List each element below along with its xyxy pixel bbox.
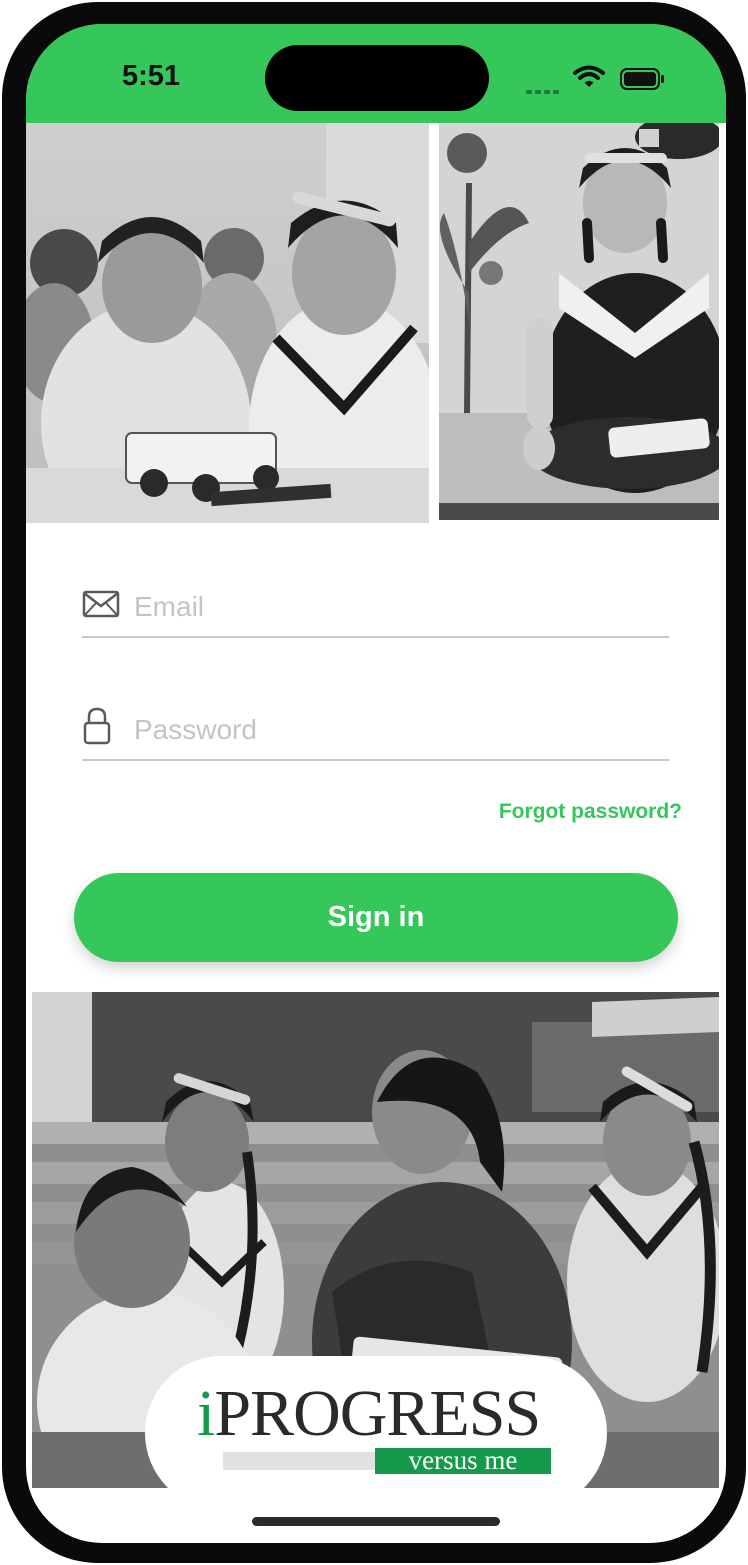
iprogress-logo: iPROGRESS versus me: [145, 1356, 607, 1510]
password-field-row: [82, 697, 669, 761]
email-input[interactable]: [132, 584, 666, 630]
lock-icon: [82, 707, 112, 750]
status-bar: 5:51: [26, 24, 726, 123]
phone-frame: 5:51 Email Forgot password? Sign in iPRO…: [2, 2, 746, 1563]
app-screen: 5:51 Email Forgot password? Sign in iPRO…: [26, 24, 726, 1543]
status-time: 5:51: [122, 60, 181, 92]
logo-wordmark-progress: PROGRESS: [214, 1377, 541, 1450]
home-indicator[interactable]: [252, 1517, 500, 1526]
forgot-password-link[interactable]: Forgot password?: [499, 800, 682, 824]
logo-tagline: versus me: [375, 1447, 551, 1474]
sign-in-button[interactable]: Sign in: [74, 873, 678, 962]
logo-wordmark-i: i: [197, 1377, 215, 1450]
battery-icon: [620, 68, 666, 95]
envelope-icon: [82, 590, 120, 623]
email-field-row: [82, 574, 669, 638]
dynamic-island: [265, 45, 489, 111]
cellular-signal-icon: [526, 81, 562, 99]
wifi-icon: [573, 65, 605, 94]
students-robot-photo: [26, 123, 429, 523]
password-input[interactable]: [132, 707, 666, 753]
logo-wordmark: iPROGRESS: [197, 1376, 541, 1452]
logo-gray-bar: [223, 1452, 375, 1470]
student-meditating-photo: [439, 123, 719, 520]
